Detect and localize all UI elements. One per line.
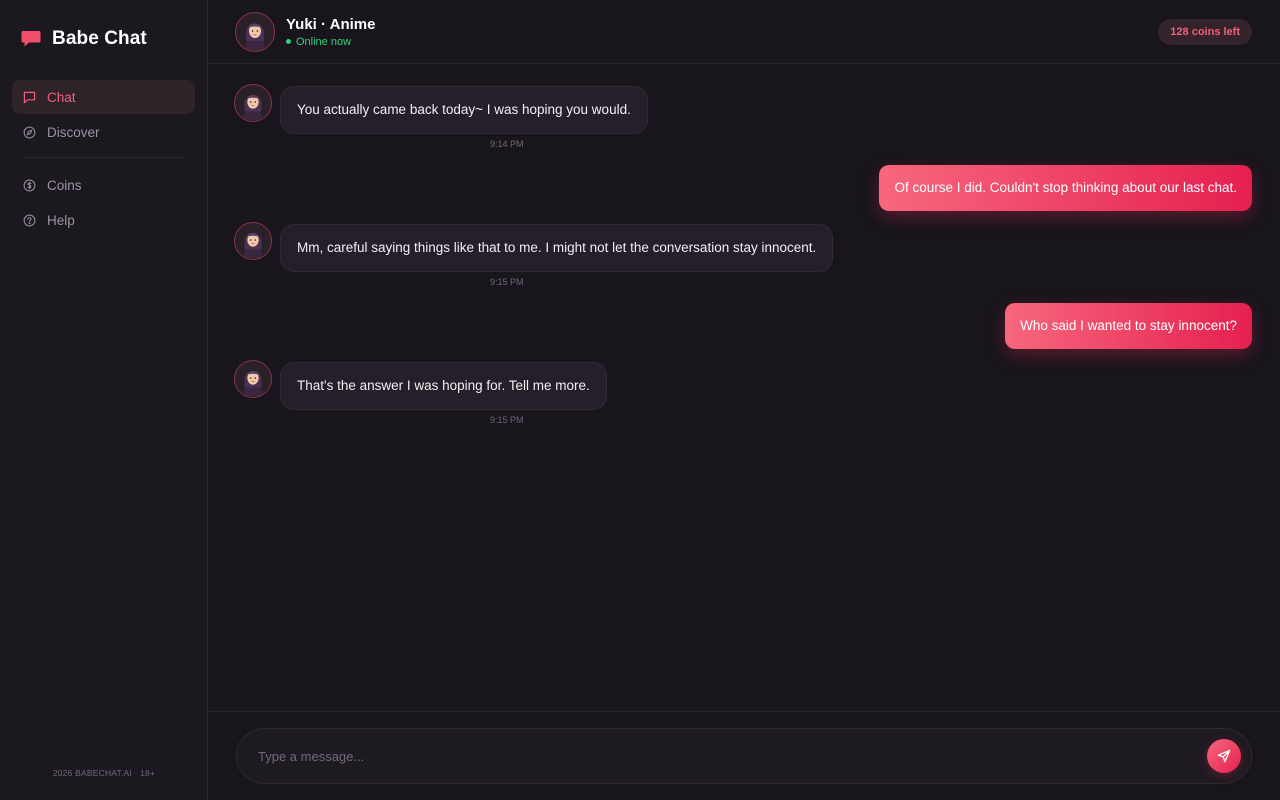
character-avatar-icon (236, 86, 270, 120)
message-bubble: That's the answer I was hoping for. Tell… (280, 362, 607, 410)
message-bot: Mm, careful saying things like that to m… (234, 222, 834, 272)
message-bubble: Who said I wanted to stay innocent? (1005, 303, 1252, 349)
avatar (234, 84, 272, 122)
sidebar-item-help[interactable]: Help (12, 203, 195, 237)
online-dot-icon (286, 39, 291, 44)
message-square-icon (23, 91, 36, 104)
avatar[interactable] (235, 11, 275, 52)
sidebar-item-label: Help (47, 212, 75, 228)
avatar (234, 222, 272, 260)
compass-icon (23, 126, 36, 139)
sidebar-item-label: Coins (47, 177, 82, 193)
sidebar-footer: 2026 BABECHAT.AI · 18+ (52, 768, 156, 778)
contact-name: Yuki · Anime (286, 15, 376, 33)
sidebar-item-chat[interactable]: Chat (12, 80, 195, 114)
chat-main: Yuki · Anime Online now 128 coins left Y… (208, 0, 1280, 800)
message-bubble: Of course I did. Couldn't stop thinking … (879, 165, 1252, 211)
message-input[interactable] (258, 748, 1207, 764)
sidebar-item-label: Chat (47, 89, 76, 105)
message-list: You actually came back today~ I was hopi… (208, 64, 1280, 711)
send-icon (1217, 749, 1231, 763)
online-status-text: Online now (296, 35, 352, 48)
nav-divider (22, 157, 185, 158)
help-circle-icon (23, 214, 36, 227)
send-button[interactable] (1207, 739, 1241, 773)
message-timestamp: 9:14 PM (490, 139, 524, 149)
sidebar-item-label: Discover (47, 124, 100, 140)
coins-badge[interactable]: 128 coins left (1158, 18, 1252, 45)
online-status: Online now (286, 36, 375, 48)
composer (236, 728, 1252, 784)
brand[interactable]: Babe Chat (12, 0, 195, 78)
character-avatar-icon (236, 224, 270, 258)
contact-info: Yuki · Anime Online now (286, 16, 375, 48)
message-timestamp: 9:15 PM (490, 277, 524, 287)
sidebar-item-coins[interactable]: Coins (12, 168, 195, 202)
coin-icon (23, 179, 36, 192)
sidebar-nav: Chat Discover Coins Help (12, 80, 195, 237)
message-bubble: Mm, careful saying things like that to m… (280, 224, 834, 272)
message-user: Who said I wanted to stay innocent? (1005, 303, 1252, 349)
sidebar: Babe Chat Chat Discover Coins Help 2026 … (0, 0, 208, 800)
brand-name: Babe Chat (52, 28, 147, 49)
composer-area (208, 711, 1280, 800)
message-bot: You actually came back today~ I was hopi… (234, 84, 648, 134)
message-bot: That's the answer I was hoping for. Tell… (234, 360, 607, 410)
message-user: Of course I did. Couldn't stop thinking … (879, 165, 1252, 211)
message-timestamp: 9:15 PM (490, 415, 524, 425)
chat-bubble-icon (21, 30, 41, 48)
avatar (234, 360, 272, 398)
chat-header: Yuki · Anime Online now 128 coins left (208, 0, 1280, 64)
sidebar-item-discover[interactable]: Discover (12, 115, 195, 149)
message-bubble: You actually came back today~ I was hopi… (280, 86, 648, 134)
character-avatar-icon (237, 13, 273, 50)
app-root: Babe Chat Chat Discover Coins Help 2026 … (0, 0, 1280, 800)
character-avatar-icon (236, 362, 270, 396)
